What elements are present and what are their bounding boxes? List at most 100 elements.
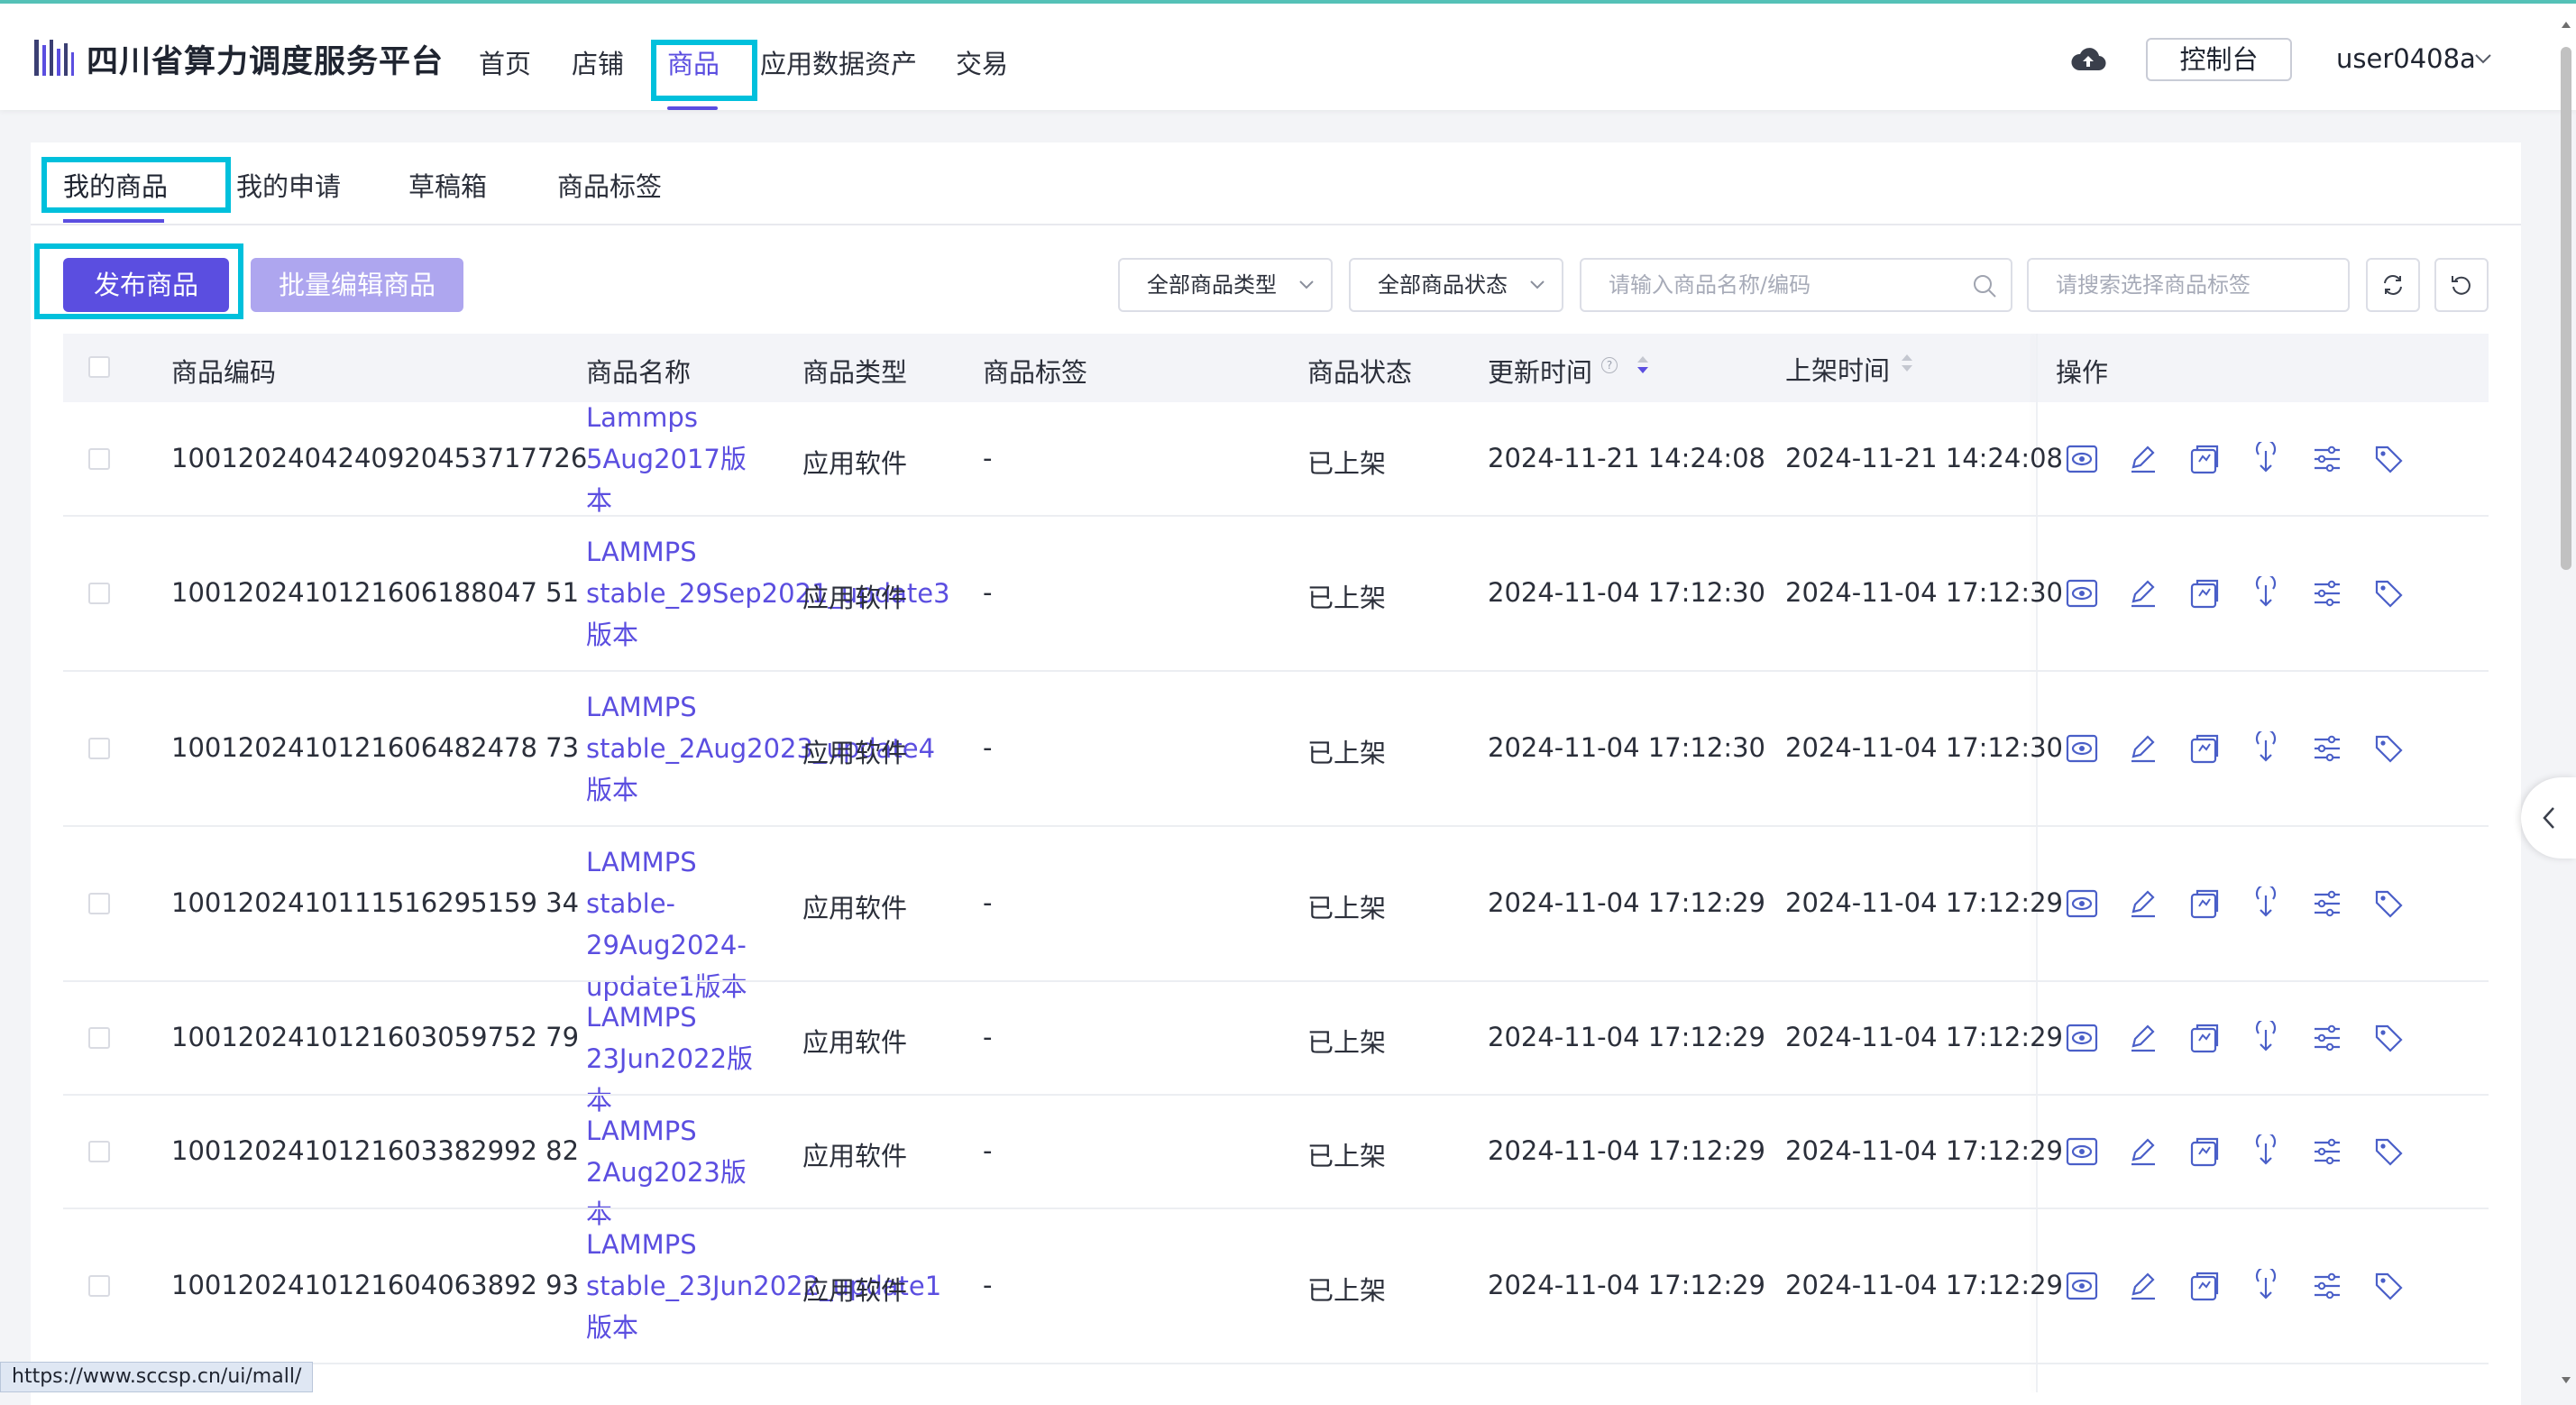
cell-name-link[interactable]: LAMMPS 23Jun2022版本 <box>586 996 766 1121</box>
tag-icon[interactable] <box>2371 1134 2406 1169</box>
select-all-checkbox[interactable] <box>88 356 110 378</box>
edit-icon[interactable] <box>2126 1269 2160 1303</box>
tab-product-tags[interactable]: 商品标签 <box>557 166 662 204</box>
batch-edit-button[interactable]: 批量编辑商品 <box>251 258 463 312</box>
settings-icon[interactable] <box>2310 1021 2344 1055</box>
download-icon[interactable] <box>2249 573 2283 611</box>
settings-icon[interactable] <box>2310 886 2344 921</box>
tag-icon[interactable] <box>2371 731 2406 766</box>
view-icon[interactable] <box>2065 731 2099 766</box>
row-checkbox[interactable] <box>88 1027 110 1049</box>
user-menu[interactable]: user0408a <box>2336 43 2476 74</box>
cell-status: 已上架 <box>1307 1141 1387 1171</box>
settings-icon[interactable] <box>2310 576 2344 611</box>
chevron-down-icon <box>1299 280 1314 289</box>
download-icon[interactable] <box>2249 883 2283 921</box>
cell-tag: - <box>983 887 993 918</box>
cell-code: 1001202404240920453717726 <box>171 443 588 473</box>
tag-search-input[interactable]: 请搜索选择商品标签 <box>2027 258 2350 312</box>
edit-icon[interactable] <box>2126 886 2160 921</box>
product-search-input[interactable]: 请输入商品名称/编码 <box>1580 258 2012 312</box>
cell-status: 已上架 <box>1307 583 1387 613</box>
chevron-down-icon[interactable] <box>2474 52 2492 65</box>
sort-icon[interactable] <box>1898 350 1916 377</box>
vertical-scrollbar[interactable] <box>2561 47 2571 570</box>
header-listed[interactable]: 上架时间 <box>1785 350 1890 388</box>
sort-icon[interactable] <box>1634 352 1652 379</box>
copy-icon[interactable] <box>2187 576 2222 611</box>
tab-my-applications[interactable]: 我的申请 <box>236 166 341 204</box>
copy-icon[interactable] <box>2187 1021 2222 1055</box>
header-status: 商品状态 <box>1307 357 1413 388</box>
row-checkbox[interactable] <box>88 738 110 759</box>
scroll-up-icon[interactable] <box>2561 20 2571 29</box>
row-checkbox[interactable] <box>88 1141 110 1162</box>
refresh-button[interactable] <box>2366 258 2420 312</box>
view-icon[interactable] <box>2065 886 2099 921</box>
publish-product-button[interactable]: 发布商品 <box>63 258 229 312</box>
download-icon[interactable] <box>2249 1017 2283 1055</box>
nav-shop[interactable]: 店铺 <box>572 43 624 81</box>
view-icon[interactable] <box>2065 442 2099 476</box>
product-status-select[interactable]: 全部商品状态 <box>1349 258 1563 312</box>
view-icon[interactable] <box>2065 1021 2099 1055</box>
tag-icon[interactable] <box>2371 442 2406 476</box>
edit-icon[interactable] <box>2126 1134 2160 1169</box>
edit-icon[interactable] <box>2126 731 2160 766</box>
row-checkbox[interactable] <box>88 448 110 470</box>
view-icon[interactable] <box>2065 1269 2099 1303</box>
copy-icon[interactable] <box>2187 442 2222 476</box>
search-icon[interactable] <box>1971 272 1998 299</box>
tag-icon[interactable] <box>2371 1021 2406 1055</box>
side-panel-toggle[interactable] <box>2521 777 2576 859</box>
settings-icon[interactable] <box>2310 731 2344 766</box>
status-bar-url: https://www.sccsp.cn/ui/mall/ <box>0 1362 314 1392</box>
cell-name-link[interactable]: LAMMPS stable_2Aug2023_update4版本 <box>586 686 935 811</box>
edit-icon[interactable] <box>2126 576 2160 611</box>
download-icon[interactable] <box>2249 1131 2283 1169</box>
copy-icon[interactable] <box>2187 886 2222 921</box>
settings-icon[interactable] <box>2310 1269 2344 1303</box>
download-icon[interactable] <box>2249 1265 2283 1303</box>
search-placeholder: 请输入商品名称/编码 <box>1609 272 1811 298</box>
tag-icon[interactable] <box>2371 886 2406 921</box>
edit-icon[interactable] <box>2126 442 2160 476</box>
view-icon[interactable] <box>2065 576 2099 611</box>
row-checkbox[interactable] <box>88 1275 110 1297</box>
nav-home[interactable]: 首页 <box>479 43 531 81</box>
platform-title[interactable]: 四川省算力调度服务平台 <box>87 36 444 82</box>
cell-listed: 2024-11-21 14:24:08 <box>1785 443 2063 473</box>
tag-icon[interactable] <box>2371 576 2406 611</box>
sync-icon <box>2384 275 2402 295</box>
row-checkbox[interactable] <box>88 583 110 604</box>
download-icon[interactable] <box>2249 438 2283 476</box>
cell-name-link[interactable]: LAMMPS stable-29Aug2024-update1版本 <box>586 841 766 1007</box>
copy-icon[interactable] <box>2187 1269 2222 1303</box>
view-icon[interactable] <box>2065 1134 2099 1169</box>
scroll-down-icon[interactable] <box>2561 1376 2571 1385</box>
console-button[interactable]: 控制台 <box>2146 38 2292 81</box>
tab-drafts[interactable]: 草稿箱 <box>408 166 487 204</box>
cell-name-link[interactable]: LAMMPS stable_23Jun2022_update1版本 <box>586 1224 941 1348</box>
download-icon[interactable] <box>2249 728 2283 766</box>
nav-app-data-assets[interactable]: 应用数据资产 <box>760 43 917 81</box>
help-icon[interactable]: ? <box>1601 357 1618 373</box>
copy-icon[interactable] <box>2187 731 2222 766</box>
settings-icon[interactable] <box>2310 442 2344 476</box>
edit-icon[interactable] <box>2126 1021 2160 1055</box>
tab-my-products[interactable]: 我的商品 <box>63 166 168 204</box>
reset-button[interactable] <box>2434 258 2489 312</box>
row-checkbox[interactable] <box>88 893 110 914</box>
tag-icon[interactable] <box>2371 1269 2406 1303</box>
settings-icon[interactable] <box>2310 1134 2344 1169</box>
cell-name-link[interactable]: Lammps 5Aug2017版本 <box>586 397 766 521</box>
cell-name-link[interactable]: LAMMPS stable_29Sep2021_update3版本 <box>586 531 950 656</box>
product-type-select[interactable]: 全部商品类型 <box>1118 258 1333 312</box>
nav-products[interactable]: 商品 <box>667 43 720 81</box>
cell-name-link[interactable]: LAMMPS 2Aug2023版本 <box>586 1110 766 1235</box>
nav-trade[interactable]: 交易 <box>956 43 1008 81</box>
copy-icon[interactable] <box>2187 1134 2222 1169</box>
header-updated[interactable]: 更新时间 <box>1488 352 1592 390</box>
cell-code: 1001202410121606188047 51 <box>171 577 580 608</box>
cloud-upload-icon[interactable] <box>2070 45 2106 74</box>
